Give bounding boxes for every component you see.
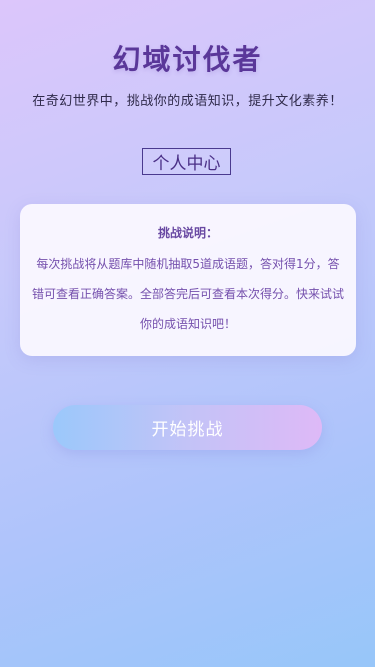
app-subtitle: 在奇幻世界中，挑战你的成语知识，提升文化素养！ (32, 94, 343, 109)
app-title: 幻域讨伐者 (112, 43, 263, 76)
home-screen: 幻域讨伐者 在奇幻世界中，挑战你的成语知识，提升文化素养！ 个人中心 挑战说明：… (0, 0, 375, 667)
rules-card-body: 每次挑战将从题库中随机抽取5道成语题，答对得1分，答错可查看正确答案。全部答完后… (32, 257, 345, 331)
rules-card-title: 挑战说明： (157, 226, 218, 240)
rules-card: 挑战说明： 每次挑战将从题库中随机抽取5道成语题，答对得1分，答错可查看正确答案… (20, 204, 356, 356)
start-challenge-button[interactable]: 开始挑战 (53, 405, 322, 450)
profile-center-button[interactable]: 个人中心 (142, 148, 231, 175)
